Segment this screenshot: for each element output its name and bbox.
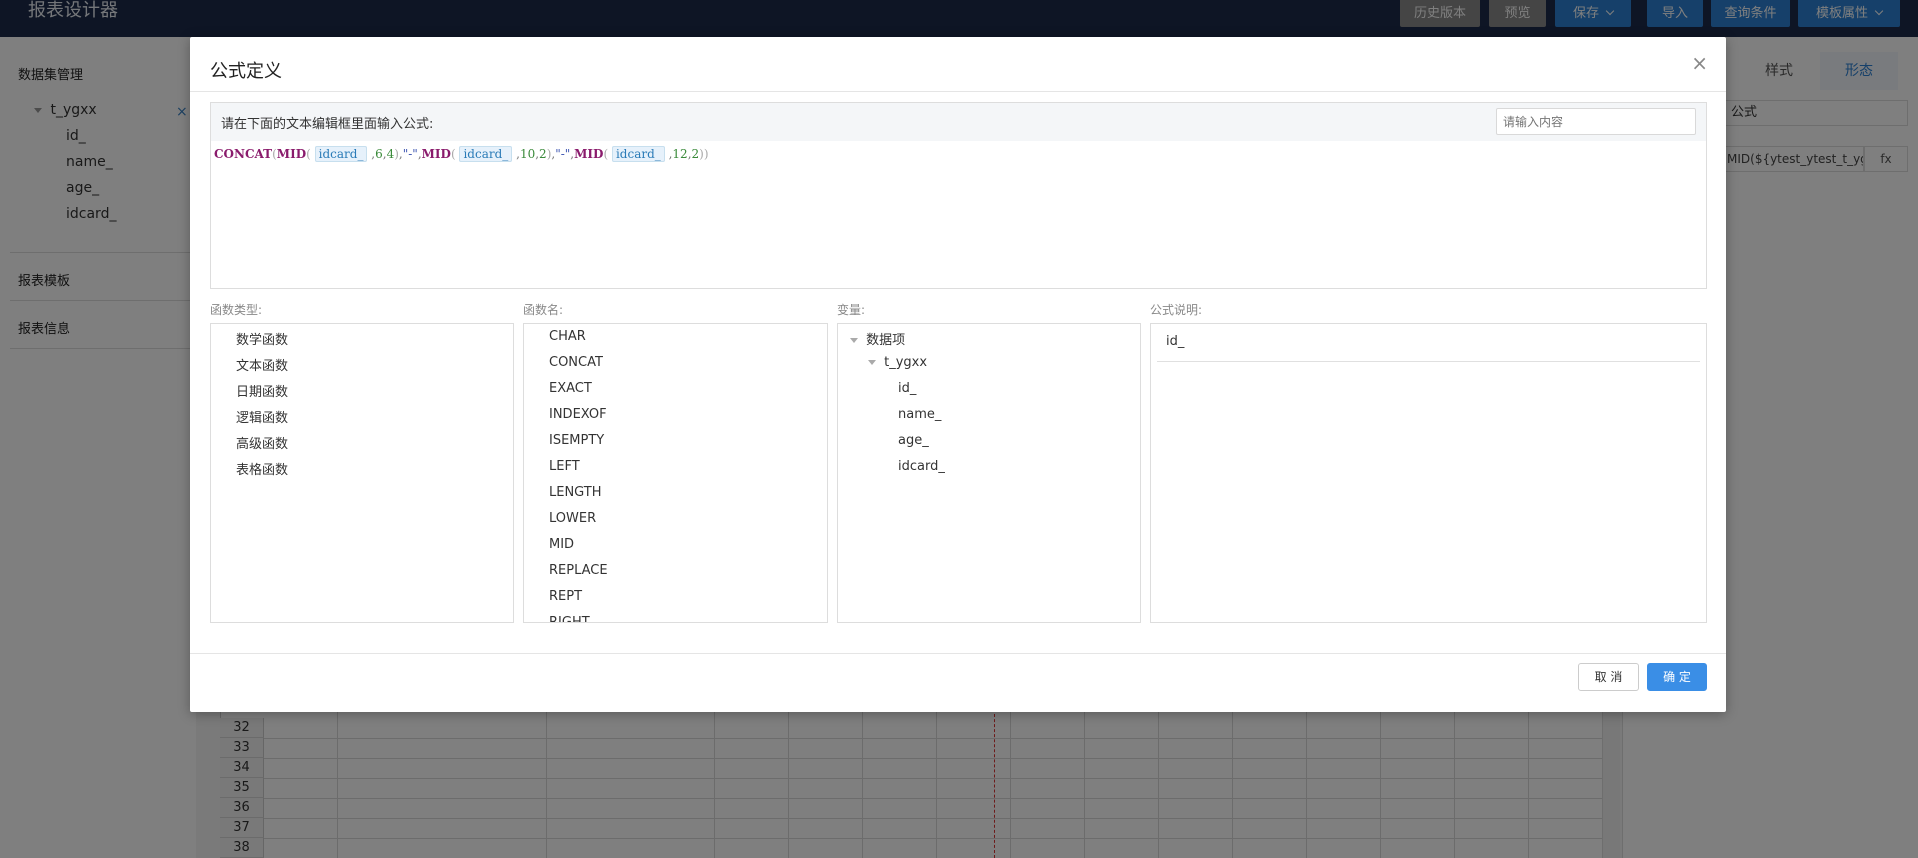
formula-editor[interactable]: 请在下面的文本编辑框里面输入公式: CONCAT(MID( idcard_ ,6… bbox=[210, 102, 1707, 289]
function-name-item[interactable]: REPLACE bbox=[549, 563, 608, 578]
formula-string: "-" bbox=[402, 147, 418, 161]
search-input[interactable] bbox=[1496, 108, 1696, 135]
function-name-item[interactable]: CHAR bbox=[549, 329, 586, 344]
function-name-item[interactable]: LEFT bbox=[549, 459, 580, 474]
tree-leaf-field[interactable]: idcard_ bbox=[898, 459, 945, 474]
function-name-item[interactable]: CONCAT bbox=[549, 355, 603, 370]
function-type-item[interactable]: 数学函数 bbox=[236, 329, 288, 348]
caret-down-icon bbox=[868, 360, 876, 365]
variables-tree: 数据项 t_ygxx id_ name_ age_ idcard_ bbox=[837, 323, 1141, 623]
confirm-button[interactable]: 确 定 bbox=[1647, 663, 1707, 691]
formula-string: "-" bbox=[555, 147, 571, 161]
tree-leaf-field[interactable]: id_ bbox=[898, 381, 916, 396]
function-name-item[interactable]: REPT bbox=[549, 589, 582, 604]
function-name-item[interactable]: RIGHT bbox=[549, 615, 590, 622]
tree-node-data-items[interactable]: 数据项 bbox=[850, 329, 905, 348]
function-name-item[interactable]: LENGTH bbox=[549, 485, 602, 500]
tree-leaf-field[interactable]: age_ bbox=[898, 433, 929, 448]
editor-hint-bar: 请在下面的文本编辑框里面输入公式: bbox=[211, 103, 1706, 141]
formula-number: 12 bbox=[672, 147, 688, 161]
cancel-button[interactable]: 取 消 bbox=[1578, 663, 1639, 691]
tree-node-label: 数据项 bbox=[866, 333, 906, 348]
formula-field-reference: idcard_ bbox=[611, 146, 665, 162]
formula-function: MID bbox=[276, 147, 307, 161]
description-label: 公式说明: bbox=[1150, 303, 1203, 317]
function-type-label: 函数类型: bbox=[210, 303, 263, 317]
formula-description-panel: id_ bbox=[1150, 323, 1707, 623]
function-name-item[interactable]: INDEXOF bbox=[549, 407, 607, 422]
dialog-header-divider bbox=[190, 91, 1726, 92]
dialog-title: 公式定义 bbox=[210, 61, 282, 82]
formula-function: MID bbox=[421, 147, 451, 161]
function-type-item[interactable]: 表格函数 bbox=[236, 459, 288, 478]
function-type-item[interactable]: 日期函数 bbox=[236, 381, 288, 400]
function-type-item[interactable]: 文本函数 bbox=[236, 355, 288, 374]
formula-function: CONCAT bbox=[214, 147, 273, 161]
formula-number: 2 bbox=[539, 147, 547, 161]
caret-down-icon bbox=[850, 338, 858, 343]
function-type-list: 数学函数 文本函数 日期函数 逻辑函数 高级函数 表格函数 bbox=[210, 323, 514, 623]
function-type-item[interactable]: 高级函数 bbox=[236, 433, 288, 452]
editor-hint-text: 请在下面的文本编辑框里面输入公式: bbox=[221, 117, 434, 132]
variables-label: 变量: bbox=[837, 303, 866, 317]
description-text: id_ bbox=[1166, 334, 1185, 349]
function-name-item[interactable]: LOWER bbox=[549, 511, 596, 526]
function-name-item[interactable]: MID bbox=[549, 537, 574, 552]
formula-field-reference: idcard_ bbox=[314, 146, 368, 162]
close-icon[interactable]: × bbox=[1691, 51, 1708, 75]
function-name-list[interactable]: CHAR CONCAT EXACT INDEXOF ISEMPTY LEFT L… bbox=[523, 323, 828, 623]
formula-code-line[interactable]: CONCAT(MID( idcard_ ,6,4),"-",MID( idcar… bbox=[214, 146, 709, 162]
description-divider bbox=[1157, 361, 1700, 362]
function-name-item[interactable]: ISEMPTY bbox=[549, 433, 604, 448]
formula-definition-dialog: 公式定义 × 请在下面的文本编辑框里面输入公式: CONCAT(MID( idc… bbox=[190, 37, 1726, 712]
formula-number: 6 bbox=[375, 147, 383, 161]
formula-number: 10 bbox=[519, 147, 536, 161]
function-type-item[interactable]: 逻辑函数 bbox=[236, 407, 288, 426]
tree-node-dataset[interactable]: t_ygxx bbox=[868, 355, 927, 370]
function-name-item[interactable]: EXACT bbox=[549, 381, 592, 396]
formula-field-reference: idcard_ bbox=[459, 146, 513, 162]
function-name-label: 函数名: bbox=[523, 303, 564, 317]
tree-node-label: t_ygxx bbox=[884, 355, 928, 370]
dialog-footer-divider bbox=[190, 653, 1726, 654]
tree-leaf-field[interactable]: name_ bbox=[898, 407, 941, 422]
formula-function: MID bbox=[574, 147, 604, 161]
